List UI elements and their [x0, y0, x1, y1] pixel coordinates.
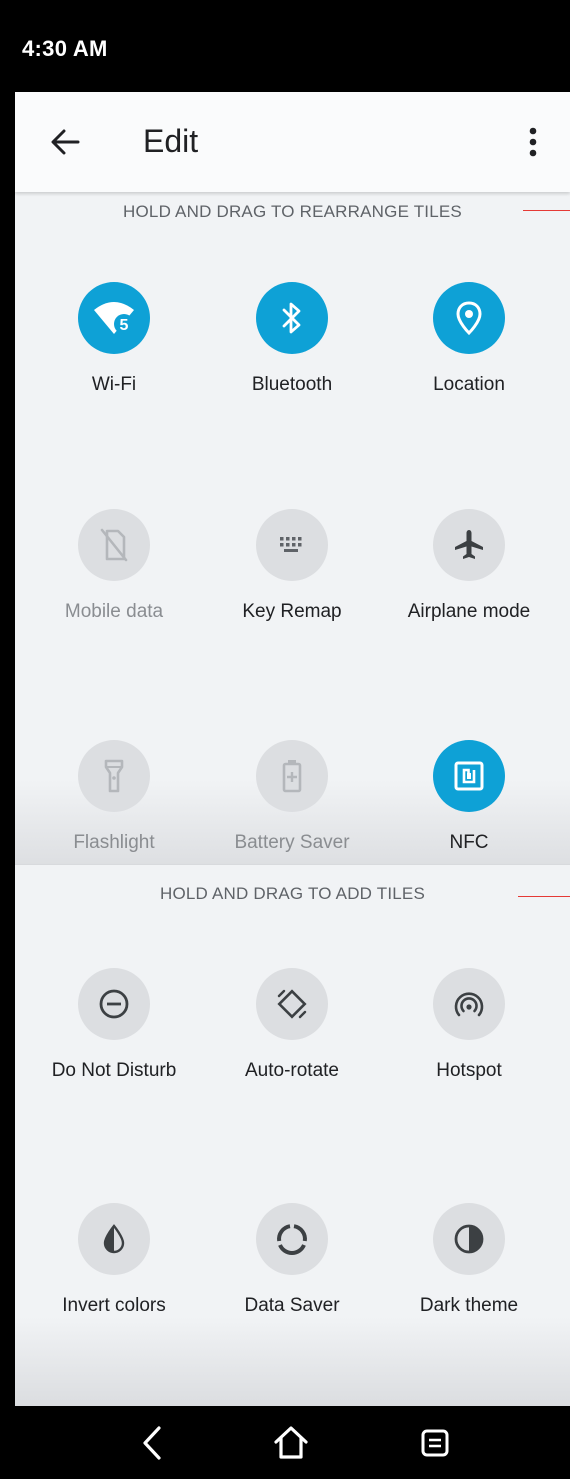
tile-wifi-circle: 5: [78, 282, 150, 354]
nav-recents-button[interactable]: [410, 1418, 460, 1468]
tile-nfc-circle: [433, 740, 505, 812]
mobile-data-off-icon: [100, 528, 128, 562]
tile-airplane-mode[interactable]: Airplane mode: [380, 509, 558, 639]
tile-key-remap-circle: [256, 509, 328, 581]
edit-header: Edit: [15, 92, 570, 192]
svg-text:5: 5: [120, 317, 129, 334]
tile-label: Mobile data: [64, 601, 164, 622]
tile-hotspot[interactable]: Hotspot: [380, 968, 558, 1098]
tile-location[interactable]: Location: [380, 282, 558, 412]
nav-back-icon: [143, 1426, 161, 1460]
do-not-disturb-icon: [99, 989, 129, 1019]
tile-label: Wi-Fi: [91, 374, 137, 395]
tile-label: Location: [433, 374, 505, 395]
status-bar: 4:30 AM: [0, 0, 570, 92]
tile-label: Invert colors: [62, 1295, 166, 1316]
tile-dark-theme[interactable]: Dark theme: [380, 1203, 558, 1333]
auto-rotate-icon: [277, 989, 307, 1019]
tile-wifi[interactable]: 5 Wi-Fi: [25, 282, 203, 412]
tile-location-circle: [433, 282, 505, 354]
invert-colors-icon: [103, 1224, 125, 1254]
edit-tiles-panel: Edit HOLD AND DRAG TO REARRANGE TILES 5 …: [15, 92, 570, 1406]
dark-theme-icon: [454, 1224, 484, 1254]
battery-saver-icon: [282, 760, 302, 793]
tile-data-saver[interactable]: Data Saver: [203, 1203, 381, 1333]
red-marker-line: [518, 896, 570, 897]
tile-label: Flashlight: [73, 832, 155, 853]
arrow-left-icon: [51, 129, 80, 155]
nav-recents-icon: [421, 1429, 449, 1457]
status-time: 4:30 AM: [22, 36, 108, 61]
tile-battery-saver[interactable]: Battery Saver: [203, 740, 381, 870]
back-button[interactable]: [45, 122, 85, 162]
keyboard-icon: [280, 537, 302, 552]
location-pin-icon: [456, 301, 482, 335]
add-tiles-heading: HOLD AND DRAG TO ADD TILES: [160, 884, 425, 903]
tile-do-not-disturb-circle: [78, 968, 150, 1040]
rearrange-tiles-heading: HOLD AND DRAG TO REARRANGE TILES: [123, 202, 462, 221]
tile-bluetooth[interactable]: Bluetooth: [203, 282, 381, 412]
tile-battery-saver-circle: [256, 740, 328, 812]
bluetooth-icon: [282, 302, 301, 334]
nfc-icon: [454, 761, 484, 791]
tile-mobile-data-circle: [78, 509, 150, 581]
tile-mobile-data[interactable]: Mobile data: [25, 509, 203, 639]
nav-back-button[interactable]: [127, 1418, 177, 1468]
nav-home-button[interactable]: [266, 1418, 316, 1468]
tile-key-remap[interactable]: Key Remap: [203, 509, 381, 639]
tile-hotspot-circle: [433, 968, 505, 1040]
tile-label: Data Saver: [244, 1295, 340, 1316]
tile-label: Hotspot: [436, 1060, 502, 1081]
tile-label: Airplane mode: [407, 601, 531, 622]
tile-flashlight[interactable]: Flashlight: [25, 740, 203, 870]
wifi-icon: 5: [94, 302, 134, 334]
tile-do-not-disturb[interactable]: Do Not Disturb: [25, 968, 203, 1098]
tile-dark-theme-circle: [433, 1203, 505, 1275]
tile-label: Do Not Disturb: [51, 1060, 177, 1081]
tile-label: Key Remap: [242, 601, 342, 622]
nav-home-icon: [274, 1426, 308, 1459]
tile-label: Auto-rotate: [245, 1060, 339, 1081]
tile-invert-colors[interactable]: Invert colors: [25, 1203, 203, 1333]
tile-flashlight-circle: [78, 740, 150, 812]
tile-label: NFC: [449, 832, 489, 853]
tile-data-saver-circle: [256, 1203, 328, 1275]
more-options-button[interactable]: [518, 122, 548, 162]
tile-invert-colors-circle: [78, 1203, 150, 1275]
data-saver-icon: [277, 1224, 307, 1255]
tile-label: Dark theme: [419, 1295, 519, 1316]
hotspot-icon: [454, 992, 484, 1017]
airplane-icon: [455, 530, 483, 559]
flashlight-icon: [104, 759, 124, 793]
tile-auto-rotate-circle: [256, 968, 328, 1040]
tile-label: Bluetooth: [251, 374, 333, 395]
tile-nfc[interactable]: NFC: [380, 740, 558, 870]
tile-label: Battery Saver: [234, 832, 350, 853]
tile-bluetooth-circle: [256, 282, 328, 354]
tile-airplane-mode-circle: [433, 509, 505, 581]
red-marker-line: [523, 210, 570, 211]
page-title: Edit: [143, 123, 199, 159]
navigation-bar: [0, 1406, 570, 1479]
tile-auto-rotate[interactable]: Auto-rotate: [203, 968, 381, 1098]
more-vert-icon: [529, 127, 537, 157]
